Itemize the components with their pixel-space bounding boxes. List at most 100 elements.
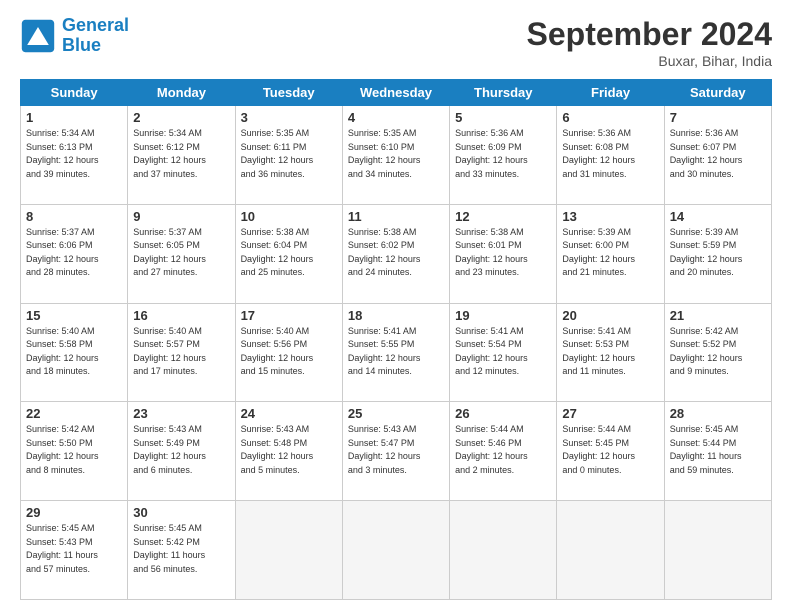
day-number: 14: [670, 209, 766, 224]
day-info: Sunrise: 5:45 AM Sunset: 5:44 PM Dayligh…: [670, 423, 766, 477]
calendar-cell: 23 Sunrise: 5:43 AM Sunset: 5:49 PM Dayli…: [128, 402, 235, 501]
day-info: Sunrise: 5:43 AM Sunset: 5:48 PM Dayligh…: [241, 423, 337, 477]
day-info: Sunrise: 5:44 AM Sunset: 5:45 PM Dayligh…: [562, 423, 658, 477]
calendar-week-row: 29Sunrise: 5:45 AM Sunset: 5:43 PM Dayli…: [21, 501, 772, 600]
day-info: Sunrise: 5:41 AM Sunset: 5:55 PM Dayligh…: [348, 325, 444, 379]
day-number: 23: [133, 406, 229, 421]
month-title: September 2024: [527, 16, 772, 53]
day-number: 27: [562, 406, 658, 421]
calendar: Sunday Monday Tuesday Wednesday Thursday…: [20, 79, 772, 600]
day-number: 6: [562, 110, 658, 125]
page: General Blue September 2024 Buxar, Bihar…: [0, 0, 792, 612]
col-thursday: Thursday: [450, 80, 557, 106]
day-info: Sunrise: 5:36 AM Sunset: 6:07 PM Dayligh…: [670, 127, 766, 181]
calendar-cell: 3Sunrise: 5:35 AM Sunset: 6:11 PM Daylig…: [235, 106, 342, 205]
calendar-cell: 11 Sunrise: 5:38 AM Sunset: 6:02 PM Dayli…: [342, 204, 449, 303]
day-info: Sunrise: 5:43 AM Sunset: 5:49 PM Dayligh…: [133, 423, 229, 477]
calendar-cell: 27 Sunrise: 5:44 AM Sunset: 5:45 PM Dayli…: [557, 402, 664, 501]
calendar-cell: 26 Sunrise: 5:44 AM Sunset: 5:46 PM Dayli…: [450, 402, 557, 501]
calendar-cell: 19Sunrise: 5:41 AM Sunset: 5:54 PM Dayli…: [450, 303, 557, 402]
calendar-cell: 2 Sunrise: 5:34 AM Sunset: 6:12 PM Daylig…: [128, 106, 235, 205]
day-number: 22: [26, 406, 122, 421]
day-info: Sunrise: 5:38 AM Sunset: 6:02 PM Dayligh…: [348, 226, 444, 280]
calendar-cell: 24Sunrise: 5:43 AM Sunset: 5:48 PM Dayli…: [235, 402, 342, 501]
col-tuesday: Tuesday: [235, 80, 342, 106]
day-number: 4: [348, 110, 444, 125]
title-block: September 2024 Buxar, Bihar, India: [527, 16, 772, 69]
day-info: Sunrise: 5:42 AM Sunset: 5:52 PM Dayligh…: [670, 325, 766, 379]
day-info: Sunrise: 5:38 AM Sunset: 6:04 PM Dayligh…: [241, 226, 337, 280]
calendar-header-row: Sunday Monday Tuesday Wednesday Thursday…: [21, 80, 772, 106]
day-number: 3: [241, 110, 337, 125]
day-number: 8: [26, 209, 122, 224]
col-sunday: Sunday: [21, 80, 128, 106]
day-number: 7: [670, 110, 766, 125]
calendar-cell: 14 Sunrise: 5:39 AM Sunset: 5:59 PM Dayli…: [664, 204, 771, 303]
day-info: Sunrise: 5:35 AM Sunset: 6:10 PM Dayligh…: [348, 127, 444, 181]
calendar-cell: [664, 501, 771, 600]
day-info: Sunrise: 5:40 AM Sunset: 5:57 PM Dayligh…: [133, 325, 229, 379]
col-saturday: Saturday: [664, 80, 771, 106]
logo: General Blue: [20, 16, 129, 56]
day-number: 10: [241, 209, 337, 224]
day-info: Sunrise: 5:34 AM Sunset: 6:12 PM Dayligh…: [133, 127, 229, 181]
day-info: Sunrise: 5:44 AM Sunset: 5:46 PM Dayligh…: [455, 423, 551, 477]
day-number: 26: [455, 406, 551, 421]
calendar-cell: 22 Sunrise: 5:42 AM Sunset: 5:50 PM Dayli…: [21, 402, 128, 501]
day-number: 20: [562, 308, 658, 323]
logo-text: General Blue: [62, 16, 129, 56]
calendar-cell: 28 Sunrise: 5:45 AM Sunset: 5:44 PM Dayli…: [664, 402, 771, 501]
day-info: Sunrise: 5:34 AM Sunset: 6:13 PM Dayligh…: [26, 127, 122, 181]
calendar-week-row: 15Sunrise: 5:40 AM Sunset: 5:58 PM Dayli…: [21, 303, 772, 402]
day-number: 16: [133, 308, 229, 323]
calendar-cell: [342, 501, 449, 600]
calendar-cell: 18Sunrise: 5:41 AM Sunset: 5:55 PM Dayli…: [342, 303, 449, 402]
day-info: Sunrise: 5:39 AM Sunset: 5:59 PM Dayligh…: [670, 226, 766, 280]
day-info: Sunrise: 5:37 AM Sunset: 6:05 PM Dayligh…: [133, 226, 229, 280]
calendar-cell: 13 Sunrise: 5:39 AM Sunset: 6:00 PM Dayli…: [557, 204, 664, 303]
calendar-cell: 7 Sunrise: 5:36 AM Sunset: 6:07 PM Daylig…: [664, 106, 771, 205]
day-number: 28: [670, 406, 766, 421]
logo-blue: Blue: [62, 35, 101, 55]
calendar-cell: 25Sunrise: 5:43 AM Sunset: 5:47 PM Dayli…: [342, 402, 449, 501]
calendar-week-row: 1 Sunrise: 5:34 AM Sunset: 6:13 PM Daylig…: [21, 106, 772, 205]
day-info: Sunrise: 5:36 AM Sunset: 6:09 PM Dayligh…: [455, 127, 551, 181]
calendar-cell: 21 Sunrise: 5:42 AM Sunset: 5:52 PM Dayli…: [664, 303, 771, 402]
day-number: 21: [670, 308, 766, 323]
day-number: 11: [348, 209, 444, 224]
calendar-cell: 15Sunrise: 5:40 AM Sunset: 5:58 PM Dayli…: [21, 303, 128, 402]
calendar-cell: 10 Sunrise: 5:38 AM Sunset: 6:04 PM Dayli…: [235, 204, 342, 303]
calendar-cell: 9 Sunrise: 5:37 AM Sunset: 6:05 PM Daylig…: [128, 204, 235, 303]
calendar-cell: 12Sunrise: 5:38 AM Sunset: 6:01 PM Dayli…: [450, 204, 557, 303]
calendar-cell: 6Sunrise: 5:36 AM Sunset: 6:08 PM Daylig…: [557, 106, 664, 205]
day-info: Sunrise: 5:37 AM Sunset: 6:06 PM Dayligh…: [26, 226, 122, 280]
calendar-week-row: 22 Sunrise: 5:42 AM Sunset: 5:50 PM Dayli…: [21, 402, 772, 501]
logo-general: General: [62, 15, 129, 35]
calendar-cell: 17Sunrise: 5:40 AM Sunset: 5:56 PM Dayli…: [235, 303, 342, 402]
col-wednesday: Wednesday: [342, 80, 449, 106]
day-info: Sunrise: 5:45 AM Sunset: 5:42 PM Dayligh…: [133, 522, 229, 576]
day-info: Sunrise: 5:45 AM Sunset: 5:43 PM Dayligh…: [26, 522, 122, 576]
day-info: Sunrise: 5:40 AM Sunset: 5:58 PM Dayligh…: [26, 325, 122, 379]
calendar-cell: 1 Sunrise: 5:34 AM Sunset: 6:13 PM Daylig…: [21, 106, 128, 205]
calendar-cell: 20 Sunrise: 5:41 AM Sunset: 5:53 PM Dayli…: [557, 303, 664, 402]
day-info: Sunrise: 5:39 AM Sunset: 6:00 PM Dayligh…: [562, 226, 658, 280]
day-info: Sunrise: 5:40 AM Sunset: 5:56 PM Dayligh…: [241, 325, 337, 379]
calendar-cell: 30 Sunrise: 5:45 AM Sunset: 5:42 PM Dayli…: [128, 501, 235, 600]
day-info: Sunrise: 5:41 AM Sunset: 5:53 PM Dayligh…: [562, 325, 658, 379]
calendar-cell: 4 Sunrise: 5:35 AM Sunset: 6:10 PM Daylig…: [342, 106, 449, 205]
calendar-week-row: 8 Sunrise: 5:37 AM Sunset: 6:06 PM Daylig…: [21, 204, 772, 303]
calendar-cell: [450, 501, 557, 600]
location: Buxar, Bihar, India: [527, 53, 772, 69]
day-number: 2: [133, 110, 229, 125]
day-number: 5: [455, 110, 551, 125]
col-monday: Monday: [128, 80, 235, 106]
day-number: 9: [133, 209, 229, 224]
calendar-cell: [557, 501, 664, 600]
header: General Blue September 2024 Buxar, Bihar…: [20, 16, 772, 69]
day-info: Sunrise: 5:42 AM Sunset: 5:50 PM Dayligh…: [26, 423, 122, 477]
calendar-cell: 5 Sunrise: 5:36 AM Sunset: 6:09 PM Daylig…: [450, 106, 557, 205]
day-number: 30: [133, 505, 229, 520]
day-number: 1: [26, 110, 122, 125]
day-number: 13: [562, 209, 658, 224]
